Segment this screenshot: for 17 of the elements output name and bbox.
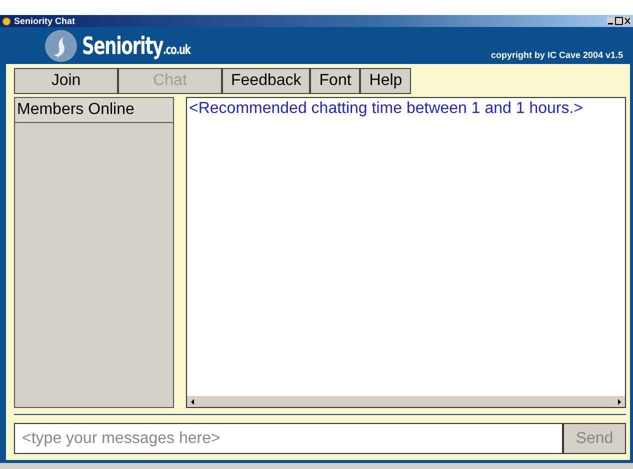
nav-tab[interactable]: Font [310,68,360,94]
message-input[interactable]: <type your messages here> [14,423,563,454]
scroll-left-icon[interactable] [189,398,197,406]
nav-tab[interactable]: Feedback [222,68,310,94]
chat-message: <Recommended chatting time between 1 and 1 hours.> [189,100,584,118]
copyright-text: copyright by IC Cave 2004 v1.5 [490,50,623,60]
close-icon[interactable] [624,17,631,25]
maximize-icon[interactable] [615,17,623,25]
horizontal-scrollbar[interactable] [187,396,625,407]
scroll-right-icon[interactable] [615,398,623,406]
globe-icon [2,16,11,26]
nav-tab[interactable]: Join [14,68,118,94]
window-title: Seniority Chat [14,16,76,26]
swirl-logo-icon [44,28,78,62]
nav-tab[interactable]: Help [360,68,412,94]
logo-text: Seniority.co.uk [82,32,190,60]
members-title: Members Online [15,98,173,123]
